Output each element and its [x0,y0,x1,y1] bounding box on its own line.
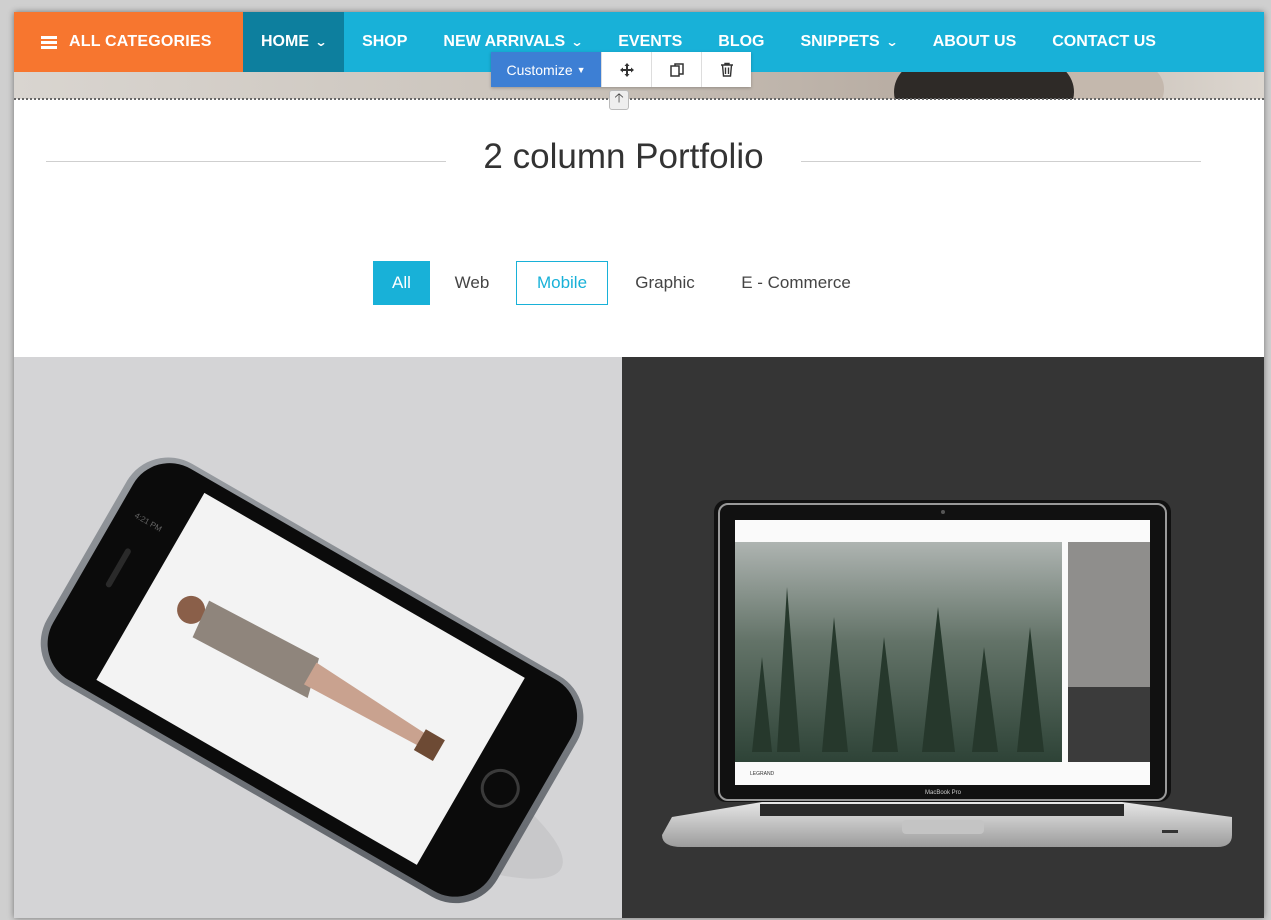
customize-button[interactable]: Customize ▼ [491,52,601,87]
duplicate-icon [669,62,684,77]
laptop-brand-label: MacBook Pro [925,790,962,796]
chevron-down-icon: ⌄ [314,35,328,49]
trash-icon [720,62,733,77]
nav-item-label: BLOG [718,33,765,50]
laptop-mockup-image: LEGRAND MacBook Pro [662,500,1232,847]
nav-item-label: CONTACT US [1052,33,1156,50]
page-frame: ALL CATEGORIES HOME ⌄ SHOP NEW ARRIVALS … [14,12,1264,918]
filter-mobile[interactable]: Mobile [516,261,608,305]
nav-item-home[interactable]: HOME ⌄ [243,12,345,72]
nav-item-label: ABOUT US [932,33,1017,50]
section-title-row: 2 column Portfolio [46,137,1201,187]
move-icon [619,62,634,77]
list-icon [41,35,57,49]
title-divider-right [801,161,1201,162]
laptop-site-label: LEGRAND [750,771,775,777]
filter-web[interactable]: Web [444,261,500,305]
title-divider-left [46,161,446,162]
delete-button[interactable] [701,52,751,87]
nav-item-snippets[interactable]: SNIPPETS ⌄ [782,12,914,72]
portfolio-item-laptop[interactable]: LEGRAND MacBook Pro [622,357,1264,918]
nav-item-label: HOME [261,33,309,50]
nav-item-about-us[interactable]: ABOUT US [915,12,1035,72]
all-categories-button[interactable]: ALL CATEGORIES [14,12,243,72]
snippet-editor-toolbar: Customize ▼ [491,52,751,87]
move-up-arrow-icon[interactable]: 🡡 [609,90,629,110]
filter-all[interactable]: All [373,261,430,305]
page-title: 2 column Portfolio [483,137,764,176]
filter-ecommerce[interactable]: E - Commerce [732,261,860,305]
chevron-down-icon: ⌄ [570,35,584,49]
customize-label: Customize [506,61,573,78]
nav-item-label: EVENTS [618,33,683,50]
move-button[interactable] [601,52,651,87]
nav-item-contact-us[interactable]: CONTACT US [1034,12,1174,72]
all-categories-label: ALL CATEGORIES [69,33,212,50]
section-boundary-dashed [14,98,1264,100]
nav-item-shop[interactable]: SHOP [344,12,425,72]
portfolio-item-phone[interactable]: 4:21 PM [14,357,622,918]
chevron-down-icon: ⌄ [885,35,899,49]
duplicate-button[interactable] [651,52,701,87]
nav-item-label: SNIPPETS [800,33,880,50]
portfolio-filter-bar: All Web Mobile Graphic E - Commerce [14,261,1264,305]
phone-mockup-image: 4:21 PM [40,457,584,904]
caret-down-icon: ▼ [576,64,586,75]
filter-graphic[interactable]: Graphic [624,261,706,305]
nav-item-label: SHOP [362,33,408,50]
nav-item-label: NEW ARRIVALS [443,33,566,50]
